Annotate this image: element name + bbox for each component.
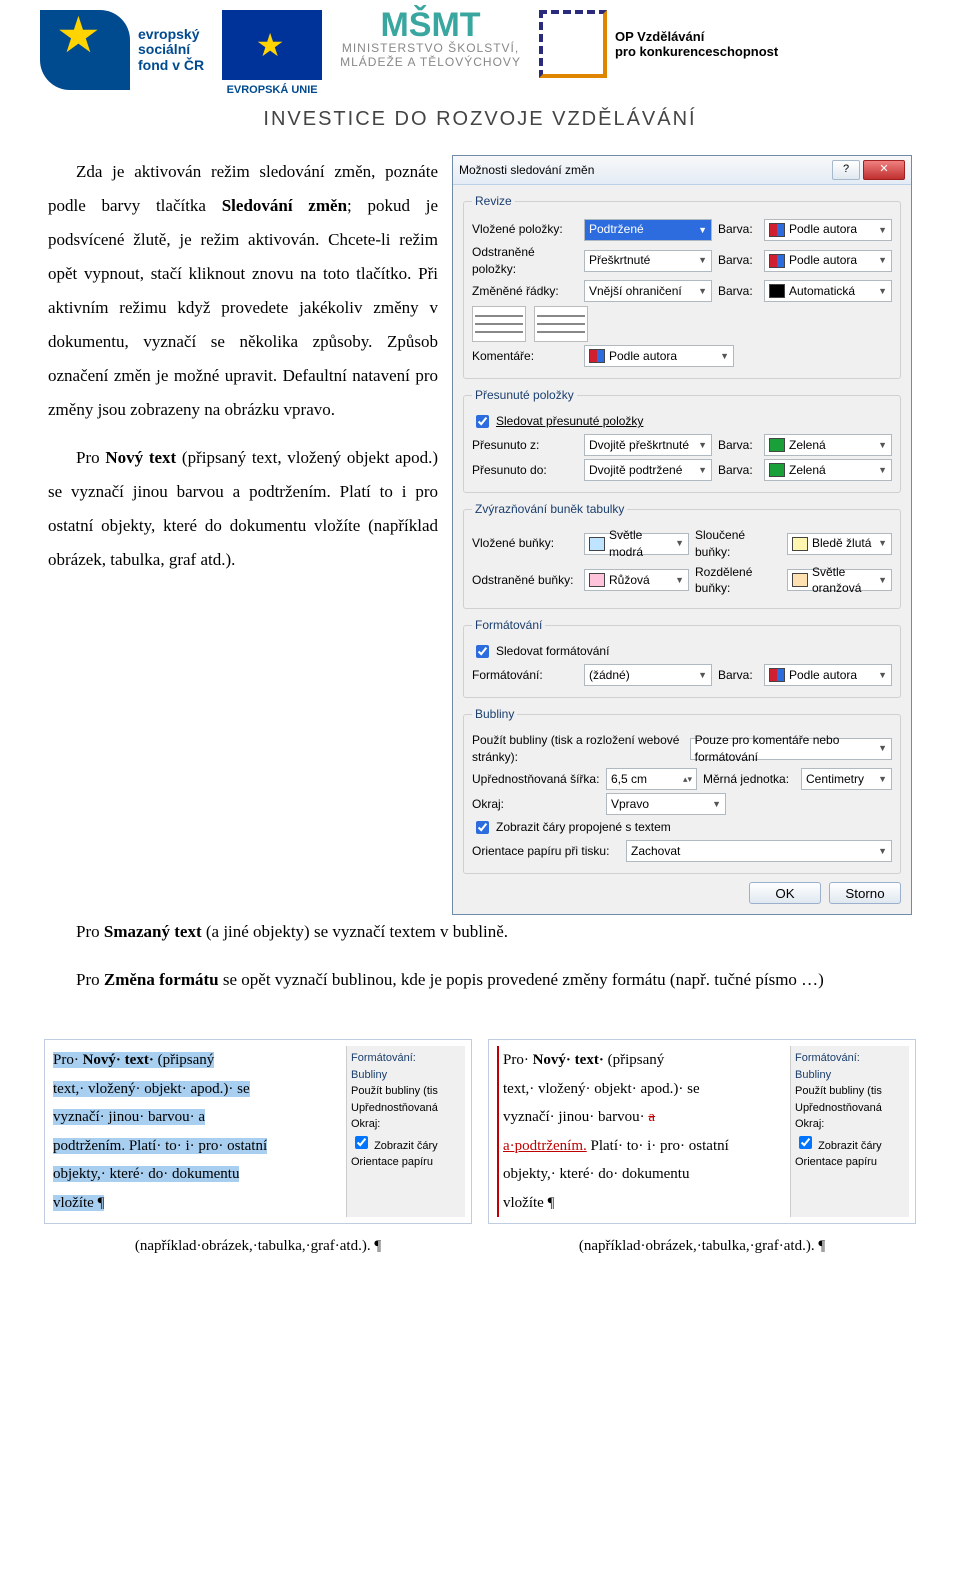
dialog-titlebar: Možnosti sledování změn ? ✕ bbox=[453, 156, 911, 185]
preview-icon bbox=[534, 306, 588, 342]
eu-logo: ★ EVROPSKÁ UNIE bbox=[222, 10, 322, 96]
combo-komentare[interactable]: Podle autora▼ bbox=[584, 345, 734, 367]
msmt-logo: MŠMT MINISTERSTVO ŠKOLSTVÍ, MLÁDEŽE A TĚ… bbox=[340, 10, 521, 69]
group-bubliny: Bubliny Použít bubliny (tisk a rozložení… bbox=[463, 706, 901, 874]
label-vlozene: Vložené položky: bbox=[472, 221, 578, 238]
msmt-line1: MINISTERSTVO ŠKOLSTVÍ, bbox=[340, 41, 521, 55]
group-zvyraz: Zvýrazňování buněk tabulky Vložené buňky… bbox=[463, 501, 901, 609]
combo-presunuto-z[interactable]: Dvojitě přeškrtnuté▼ bbox=[584, 434, 712, 456]
combo-formatovani[interactable]: (žádné)▼ bbox=[584, 664, 712, 686]
group-presunute: Přesunuté položky Sledovat přesunuté pol… bbox=[463, 387, 901, 493]
funding-header: evropský sociální fond v ČR ★ EVROPSKÁ U… bbox=[0, 0, 960, 100]
combo-barva-odstranene[interactable]: Podle autora▼ bbox=[764, 250, 892, 272]
combo-barva-zmenene[interactable]: Automatická▼ bbox=[764, 280, 892, 302]
msmt-big: MŠMT bbox=[340, 10, 521, 41]
spin-sirka[interactable]: 6,5 cm▴▾ bbox=[606, 768, 697, 790]
side-check[interactable] bbox=[355, 1136, 368, 1149]
combo-rozdel-bunky[interactable]: Světle oranžová▼ bbox=[787, 569, 892, 591]
check-sledovat-format[interactable]: Sledovat formátování bbox=[472, 642, 892, 661]
combo-presunuto-do[interactable]: Dvojitě podtržené▼ bbox=[584, 459, 712, 481]
example-left: Pro· Nový· text· (připsaný text,· vložen… bbox=[44, 1039, 472, 1224]
combo-zmenene[interactable]: Vnější ohraničení▼ bbox=[584, 280, 712, 302]
paragraph-2: Pro Nový text (připsaný text, vložený ob… bbox=[48, 441, 438, 577]
dialog-title: Možnosti sledování změn bbox=[459, 162, 594, 179]
label-barva: Barva: bbox=[718, 221, 758, 238]
group-revize: Revize Vložené položky: Podtržené▼ Barva… bbox=[463, 193, 901, 379]
example-right: Pro· Nový· text· (připsaný text,· vložen… bbox=[488, 1039, 916, 1224]
side-panel-right: Formátování: Bubliny Použít bubliny (tis… bbox=[790, 1046, 909, 1217]
cancel-button[interactable]: Storno bbox=[829, 882, 901, 904]
combo-odstranene[interactable]: Přeškrtnuté▼ bbox=[584, 250, 712, 272]
close-button[interactable]: ✕ bbox=[863, 160, 905, 180]
msmt-line2: MLÁDEŽE A TĚLOVÝCHOVY bbox=[340, 55, 521, 69]
combo-barva-presunuto-do[interactable]: Zelená▼ bbox=[764, 459, 892, 481]
eu-label: EVROPSKÁ UNIE bbox=[227, 84, 318, 96]
group-format: Formátování Sledovat formátování Formáto… bbox=[463, 617, 901, 698]
label-komentare: Komentáře: bbox=[472, 348, 578, 365]
combo-jednotka[interactable]: Centimetry▼ bbox=[801, 768, 892, 790]
op-square-icon bbox=[539, 10, 607, 78]
example-row: Pro· Nový· text· (připsaný text,· vložen… bbox=[0, 1039, 960, 1224]
label-odstranene: Odstraněné položky: bbox=[472, 244, 578, 278]
check-zobrazit-cary[interactable]: Zobrazit čáry propojené s textem bbox=[472, 818, 892, 837]
op-text: OP Vzdělávání pro konkurenceschopnost bbox=[615, 29, 778, 59]
combo-vlozene[interactable]: Podtržené▼ bbox=[584, 219, 712, 241]
combo-barva-vlozene[interactable]: Podle autora▼ bbox=[764, 219, 892, 241]
combo-pouzit-bubliny[interactable]: Pouze pro komentáře nebo formátování▼ bbox=[690, 738, 892, 760]
side-panel-left: Formátování: Bubliny Použít bubliny (tis… bbox=[346, 1046, 465, 1217]
op-logo: OP Vzdělávání pro konkurenceschopnost bbox=[539, 10, 778, 78]
check-sledovat-presunute[interactable]: Sledovat přesunuté položky bbox=[472, 412, 892, 431]
help-button[interactable]: ? bbox=[832, 160, 860, 180]
paragraph-4: Pro Změna formátu se opět vyznačí bublin… bbox=[48, 963, 912, 997]
combo-barva-presunuto-z[interactable]: Zelená▼ bbox=[764, 434, 892, 456]
esf-text: evropský sociální fond v ČR bbox=[138, 27, 204, 73]
preview-icon bbox=[472, 306, 526, 342]
eu-flag-icon: ★ bbox=[222, 10, 322, 80]
header-subtitle: INVESTICE DO ROZVOJE VZDĚLÁVÁNÍ bbox=[0, 108, 960, 131]
esf-star-icon bbox=[40, 10, 130, 90]
combo-barva-format[interactable]: Podle autora▼ bbox=[764, 664, 892, 686]
combo-vloz-bunky[interactable]: Světle modrá▼ bbox=[584, 533, 689, 555]
paragraph-1: Zda je aktivován režim sledování změn, p… bbox=[48, 155, 438, 427]
label-zmenene: Změněné řádky: bbox=[472, 283, 578, 300]
combo-slouc-bunky[interactable]: Bledě žlutá▼ bbox=[787, 533, 892, 555]
combo-odstr-bunky[interactable]: Růžová▼ bbox=[584, 569, 689, 591]
track-changes-options-dialog: Možnosti sledování změn ? ✕ Revize Vlože… bbox=[452, 155, 912, 915]
ok-button[interactable]: OK bbox=[749, 882, 821, 904]
caption-right: (například·obrázek,·tabulka,·graf·atd.).… bbox=[488, 1238, 916, 1255]
esf-logo: evropský sociální fond v ČR bbox=[40, 10, 204, 90]
combo-okraj[interactable]: Vpravo▼ bbox=[606, 793, 726, 815]
caption-left: (například·obrázek,·tabulka,·graf·atd.).… bbox=[44, 1238, 472, 1255]
combo-orientace[interactable]: Zachovat▼ bbox=[626, 840, 892, 862]
side-check[interactable] bbox=[799, 1136, 812, 1149]
paragraph-3: Pro Smazaný text (a jiné objekty) se vyz… bbox=[48, 915, 912, 949]
